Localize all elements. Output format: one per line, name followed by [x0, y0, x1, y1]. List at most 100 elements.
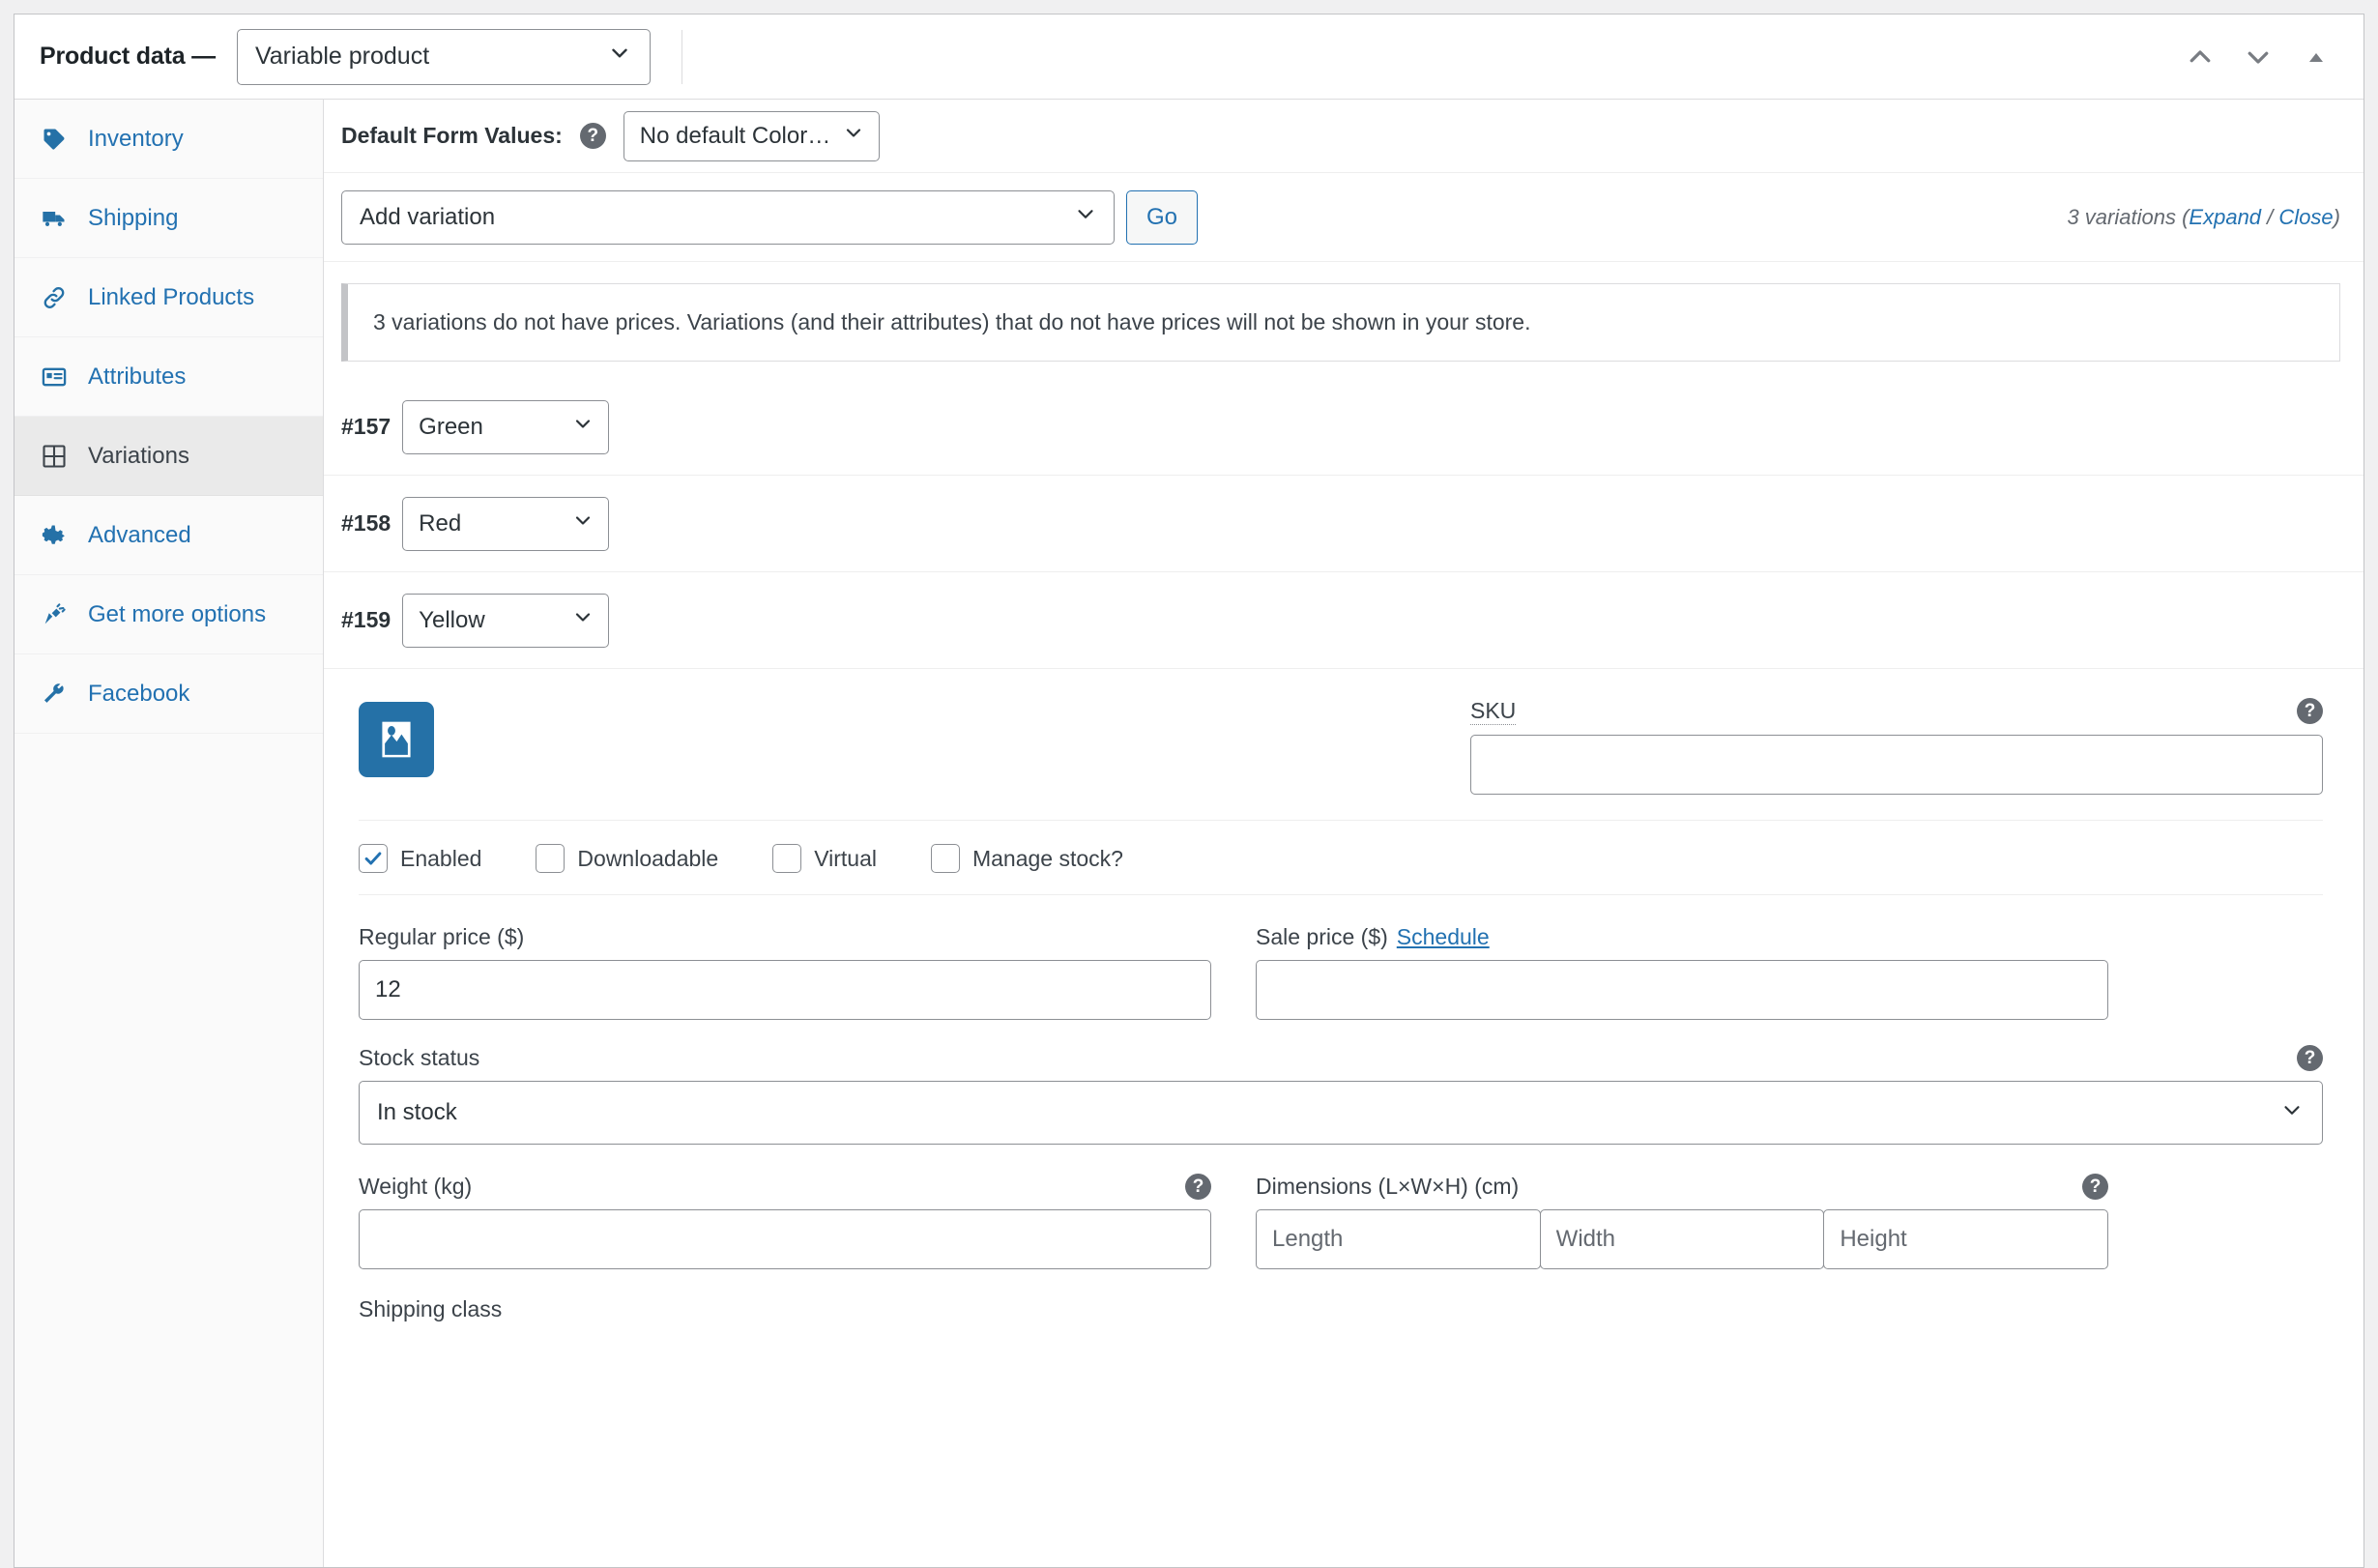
inventory-icon: [38, 125, 71, 154]
regular-price-field: Regular price ($): [359, 924, 1211, 1020]
weight-input[interactable]: [359, 1209, 1211, 1269]
regular-price-head: Regular price ($): [359, 924, 1211, 950]
default-color-select[interactable]: No default Color…: [623, 110, 881, 161]
checkbox-label: Enabled: [400, 845, 482, 871]
checkbox-box: [536, 844, 566, 873]
dimensions-label: Dimensions (L×W×H) (cm): [1256, 1174, 1520, 1199]
default-color-value: No default Color…: [639, 122, 831, 149]
dimensions-head: Dimensions (L×W×H) (cm) ?: [1256, 1174, 2108, 1200]
stock-status-label: Stock status: [359, 1045, 480, 1070]
help-icon[interactable]: ?: [2297, 1045, 2323, 1071]
variation-image-placeholder[interactable]: [359, 702, 434, 777]
sidebar-item-label: Shipping: [88, 204, 179, 231]
header-actions: [2184, 41, 2342, 73]
variation-color-value: Yellow: [419, 606, 485, 633]
sku-field-head: SKU ?: [1470, 698, 2323, 725]
detail-top-row: SKU ?: [341, 698, 2340, 795]
sku-field: SKU ?: [1470, 698, 2323, 795]
enabled-checkbox[interactable]: Enabled: [359, 844, 481, 873]
variation-id: #159: [341, 607, 392, 632]
close-link[interactable]: Close: [2278, 205, 2333, 229]
chevron-down-icon: [607, 41, 632, 73]
link-icon: [38, 283, 71, 312]
dimensions-field: Dimensions (L×W×H) (cm) ?: [1256, 1174, 2109, 1269]
add-variation-select[interactable]: Add variation: [341, 189, 1115, 245]
variation-count: 3 variations (Expand / Close): [2067, 204, 2340, 229]
checkbox-label: Virtual: [814, 845, 877, 871]
sidebar-item-label: Attributes: [88, 363, 187, 390]
variation-color-select[interactable]: Red: [402, 496, 610, 551]
sidebar-item-label: Facebook: [88, 680, 190, 707]
variation-color-select[interactable]: Yellow: [402, 593, 610, 648]
sale-price-field: Sale price ($) Schedule: [1256, 924, 2108, 1020]
variation-color-select[interactable]: Green: [402, 399, 610, 454]
stock-status-field: Stock status ? In stock: [359, 1020, 2323, 1145]
variation-count-text: 3 variations: [2067, 204, 2176, 229]
chevron-down-icon: [842, 121, 865, 151]
chevron-down-icon: [542, 412, 594, 442]
product-data-tabs: Inventory Shipping Linked Products Attri…: [14, 100, 324, 1567]
add-variation-value: Add variation: [360, 203, 496, 230]
sidebar-item-get-more-options[interactable]: Get more options: [14, 575, 323, 654]
metabox-body: Inventory Shipping Linked Products Attri…: [14, 100, 2364, 1567]
variation-row: #158 Red: [324, 476, 2364, 572]
sidebar-item-advanced[interactable]: Advanced: [14, 496, 323, 575]
checkbox-label: Manage stock?: [972, 845, 1123, 871]
sidebar-item-variations[interactable]: Variations: [14, 417, 323, 496]
sku-input[interactable]: [1470, 735, 2323, 795]
toggle-panel-button[interactable]: [2300, 41, 2333, 73]
regular-price-input[interactable]: [359, 960, 1211, 1020]
help-icon[interactable]: ?: [1185, 1174, 1211, 1200]
truck-icon: [38, 204, 71, 233]
go-button[interactable]: Go: [1126, 189, 1198, 245]
checkbox-box: [930, 844, 960, 873]
variation-color-value: Red: [419, 509, 462, 537]
sale-price-head: Sale price ($) Schedule: [1256, 924, 2108, 950]
regular-price-label: Regular price ($): [359, 924, 525, 949]
variation-id: #158: [341, 510, 392, 536]
move-down-button[interactable]: [2242, 41, 2275, 73]
variation-row: #157 Green: [324, 379, 2364, 476]
length-input[interactable]: [1256, 1209, 1541, 1269]
product-type-select[interactable]: Variable product: [236, 28, 651, 85]
default-form-values-label: Default Form Values:: [341, 123, 563, 148]
expand-link[interactable]: Expand: [2189, 205, 2261, 229]
price-row: Regular price ($) Sale price ($) Schedul…: [359, 895, 2323, 1020]
shipping-class-label: Shipping class: [359, 1296, 503, 1321]
shipping-class-field: Shipping class: [359, 1269, 2323, 1322]
variation-color-value: Green: [419, 413, 483, 440]
help-icon[interactable]: ?: [2082, 1174, 2108, 1200]
sidebar-item-label: Linked Products: [88, 283, 255, 310]
sidebar-item-label: Inventory: [88, 125, 184, 152]
sale-price-input[interactable]: [1256, 960, 2108, 1020]
sidebar-item-attributes[interactable]: Attributes: [14, 337, 323, 417]
width-input[interactable]: [1539, 1209, 1825, 1269]
plug-icon: [38, 600, 71, 629]
sku-label: SKU: [1470, 698, 1517, 725]
help-icon[interactable]: ?: [2297, 698, 2323, 724]
chevron-down-icon: [542, 508, 594, 538]
sidebar-item-inventory[interactable]: Inventory: [14, 100, 323, 179]
manage-stock-checkbox[interactable]: Manage stock?: [930, 844, 1123, 873]
sidebar-item-label: Variations: [88, 442, 189, 469]
chevron-down-icon: [542, 605, 594, 635]
wrench-icon: [38, 680, 71, 709]
height-input[interactable]: [1823, 1209, 2109, 1269]
move-up-button[interactable]: [2184, 41, 2217, 73]
schedule-link[interactable]: Schedule: [1397, 924, 1490, 950]
sidebar-item-facebook[interactable]: Facebook: [14, 654, 323, 734]
attributes-icon: [38, 363, 71, 392]
sidebar-item-shipping[interactable]: Shipping: [14, 179, 323, 258]
stock-status-head: Stock status ?: [359, 1045, 2323, 1071]
downloadable-checkbox[interactable]: Downloadable: [536, 844, 718, 873]
gear-icon: [38, 521, 71, 550]
checkbox-box: [359, 844, 388, 873]
virtual-checkbox[interactable]: Virtual: [772, 844, 877, 873]
sidebar-item-linked-products[interactable]: Linked Products: [14, 258, 323, 337]
checkbox-label: Downloadable: [577, 845, 719, 871]
weight-dimensions-row: Weight (kg) ? Dimensions (L×W×H) (cm) ?: [359, 1145, 2323, 1269]
help-icon[interactable]: ?: [579, 123, 606, 149]
variation-detail: SKU ? Enabled Downloadable Virtual Manag…: [324, 669, 2364, 1322]
product-data-metabox: Product data — Variable product Inventor…: [14, 14, 2364, 1568]
stock-status-select[interactable]: In stock: [359, 1081, 2323, 1145]
